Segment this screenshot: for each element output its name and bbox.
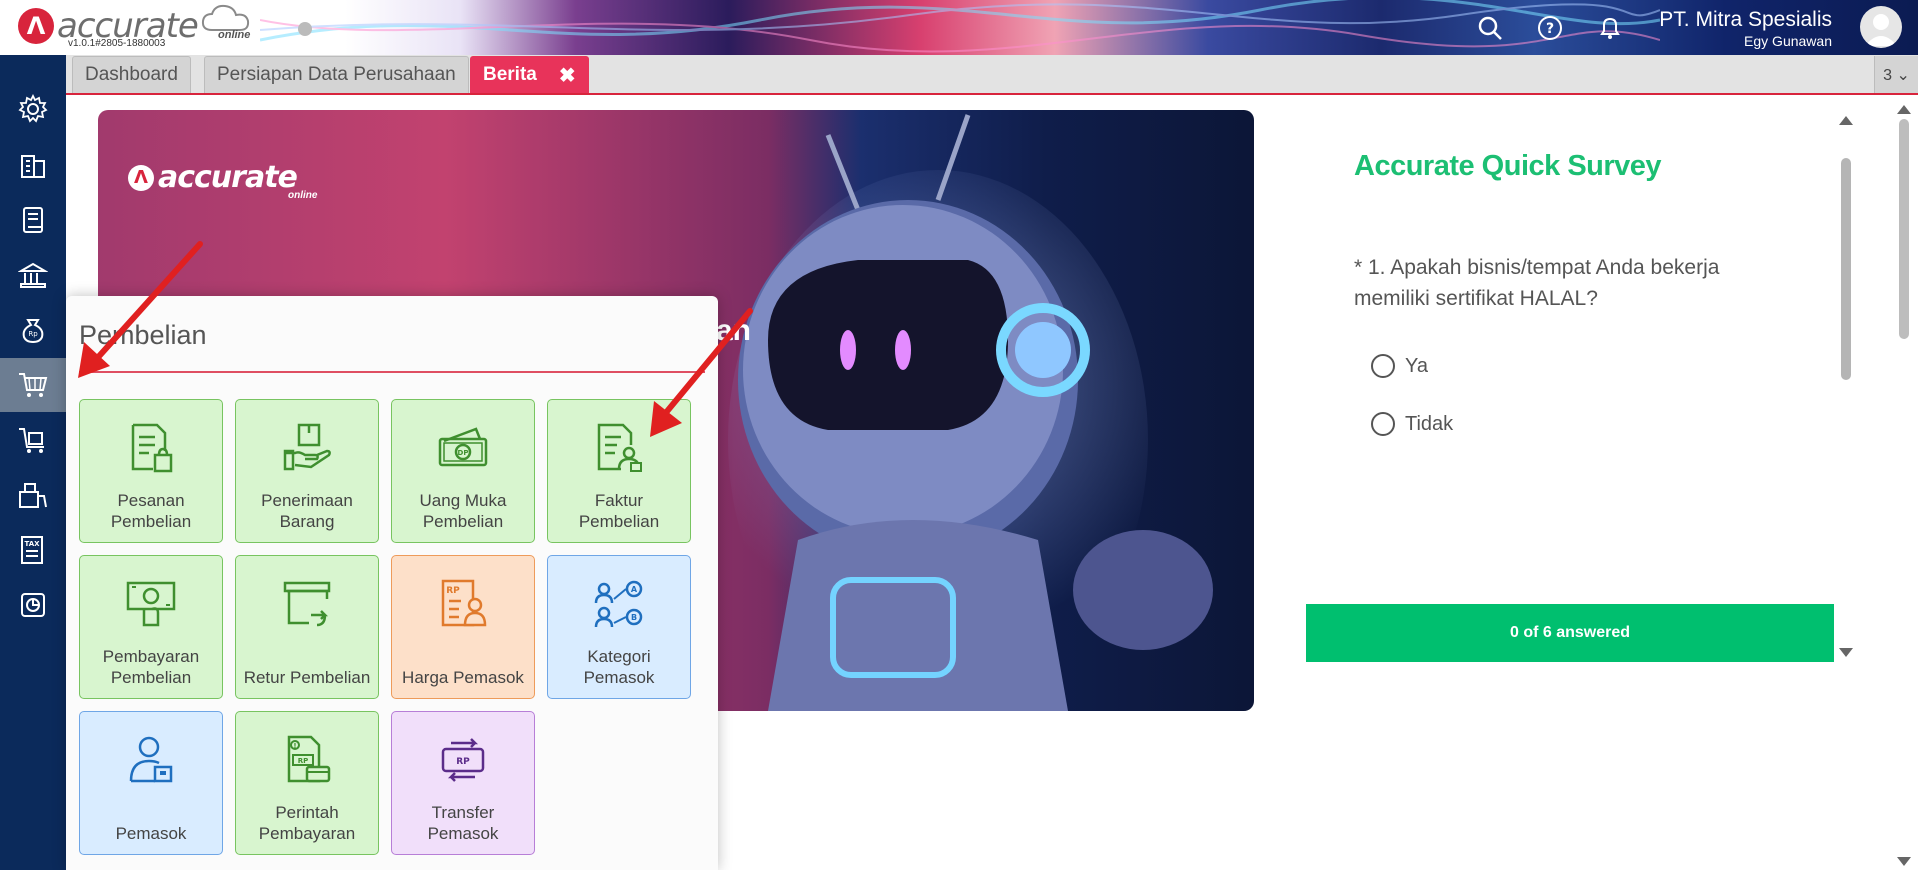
logo-mark-icon: Λ: [18, 8, 54, 44]
app-version: v1.0.1#2805-1880003: [68, 38, 166, 49]
status-dot[interactable]: [298, 22, 312, 36]
purchase-cart-icon[interactable]: [0, 358, 66, 412]
supplier-category-icon: AB: [591, 576, 647, 632]
close-icon[interactable]: ✖: [559, 63, 576, 88]
company-icon[interactable]: [0, 138, 66, 192]
company-info[interactable]: PT. Mitra Spesialis Egy Gunawan: [1659, 8, 1832, 49]
tile-transfer-pemasok[interactable]: RP Transfer Pemasok: [391, 711, 535, 855]
tile-harga-pemasok[interactable]: RP Harga Pemasok: [391, 555, 535, 699]
survey-title: Accurate Quick Survey: [1354, 150, 1662, 182]
tile-pemasok[interactable]: Pemasok: [79, 711, 223, 855]
survey-option-tidak[interactable]: Tidak: [1371, 412, 1453, 436]
payment-order-icon: ! RP: [279, 732, 335, 788]
tab-label: Berita: [483, 64, 537, 85]
survey-scrollbar[interactable]: [1836, 112, 1856, 662]
option-label: Ya: [1405, 354, 1428, 377]
banner-logo-text: accurate: [158, 160, 298, 195]
tile-kategori-pemasok[interactable]: AB Kategori Pemasok: [547, 555, 691, 699]
supplier-icon: [123, 732, 179, 788]
tab-label: Persiapan Data Perusahaan: [217, 64, 456, 85]
left-nav: Rp TAX: [0, 55, 66, 870]
tile-label: Pesanan Pembelian: [110, 491, 192, 531]
tab-label: Dashboard: [85, 64, 178, 85]
svg-text:!: !: [293, 742, 296, 750]
tile-retur-pembelian[interactable]: Retur Pembelian: [235, 555, 379, 699]
scroll-down-icon[interactable]: [1839, 648, 1853, 657]
tile-uang-muka-pembelian[interactable]: DP Uang Muka Pembelian: [391, 399, 535, 543]
svg-text:TAX: TAX: [24, 540, 40, 548]
survey-progress: 0 of 6 answered: [1306, 604, 1834, 662]
ledger-icon[interactable]: [0, 193, 66, 247]
annotation-arrow-left: [78, 241, 203, 378]
purchase-invoice-icon: [591, 420, 647, 476]
bell-icon[interactable]: [1596, 14, 1624, 42]
svg-text:B: B: [631, 613, 637, 622]
cash-icon[interactable]: Rp: [0, 303, 66, 357]
tile-label: Transfer Pemasok: [427, 803, 499, 843]
help-icon[interactable]: ?: [1536, 14, 1564, 42]
scroll-down-icon[interactable]: [1897, 857, 1911, 866]
logo-subtext: online: [218, 29, 251, 41]
company-name: PT. Mitra Spesialis: [1659, 8, 1832, 31]
radio-button[interactable]: [1371, 412, 1395, 436]
tile-label: Uang Muka Pembelian: [419, 491, 507, 531]
banner-logo-mark-icon: Λ: [128, 164, 154, 191]
annotation-arrow-right: [650, 308, 753, 437]
tile-label: Kategori Pemasok: [583, 647, 655, 687]
avatar[interactable]: [1860, 6, 1902, 48]
tile-perintah-pembayaran[interactable]: ! RP Perintah Pembayaran: [235, 711, 379, 855]
payment-icon: [123, 576, 179, 632]
tax-icon[interactable]: TAX: [0, 523, 66, 577]
page-scrollbar[interactable]: [1890, 95, 1918, 870]
scroll-thumb[interactable]: [1899, 119, 1909, 339]
tab-dashboard[interactable]: Dashboard: [72, 56, 191, 93]
svg-text:?: ?: [1546, 21, 1554, 37]
purchase-order-icon: [123, 420, 179, 476]
banner-logo-subtext: online: [288, 190, 318, 201]
tile-label: Perintah Pembayaran: [258, 803, 356, 843]
tab-berita[interactable]: Berita ✖: [470, 56, 589, 93]
tab-bar: Dashboard Persiapan Data Perusahaan Beri…: [66, 55, 1918, 95]
receive-goods-icon: [279, 420, 335, 476]
svg-text:RP: RP: [298, 757, 309, 765]
tile-label: Pemasok: [115, 824, 187, 843]
supplier-price-icon: RP: [435, 576, 491, 632]
settings-icon[interactable]: [0, 82, 66, 136]
header-wave-decoration: [260, 0, 1660, 53]
search-icon[interactable]: [1476, 14, 1504, 42]
survey-option-ya[interactable]: Ya: [1371, 354, 1428, 378]
tile-label: Faktur Pembelian: [578, 491, 660, 531]
svg-text:A: A: [631, 585, 638, 594]
down-payment-icon: DP: [435, 420, 491, 476]
top-bar: Λ accurate online v1.0.1#2805-1880003 ? …: [0, 0, 1918, 55]
svg-text:Rp: Rp: [28, 330, 38, 338]
bank-icon[interactable]: [0, 248, 66, 302]
scroll-thumb[interactable]: [1841, 158, 1851, 380]
tile-penerimaan-barang[interactable]: Penerimaan Barang: [235, 399, 379, 543]
survey-question: * 1. Apakah bisnis/tempat Anda bekerja m…: [1354, 256, 1720, 310]
return-icon: [279, 576, 335, 632]
svg-text:RP: RP: [446, 586, 460, 596]
tab-persiapan-data[interactable]: Persiapan Data Perusahaan: [204, 56, 469, 93]
scroll-up-icon[interactable]: [1839, 116, 1853, 125]
report-icon[interactable]: [0, 578, 66, 632]
banner-logo: Λ accurate online: [128, 160, 317, 201]
tile-label: Penerimaan Barang: [261, 491, 353, 531]
svg-text:RP: RP: [456, 757, 470, 767]
tile-label: Retur Pembelian: [243, 668, 371, 687]
tab-count-dropdown[interactable]: 3 ⌄: [1874, 56, 1918, 93]
radio-button[interactable]: [1371, 354, 1395, 378]
inventory-icon[interactable]: [0, 468, 66, 522]
supplier-transfer-icon: RP: [435, 732, 491, 788]
tile-pembayaran-pembelian[interactable]: Pembayaran Pembelian: [79, 555, 223, 699]
sales-cart-icon[interactable]: [0, 413, 66, 467]
scroll-up-icon[interactable]: [1897, 105, 1911, 114]
tile-label: Pembayaran Pembelian: [102, 647, 200, 687]
tile-label: Harga Pemasok: [402, 668, 524, 687]
svg-text:DP: DP: [458, 449, 469, 457]
robot-illustration: [738, 114, 1213, 711]
tile-pesanan-pembelian[interactable]: Pesanan Pembelian: [79, 399, 223, 543]
option-label: Tidak: [1405, 412, 1454, 435]
user-name: Egy Gunawan: [1744, 33, 1832, 49]
